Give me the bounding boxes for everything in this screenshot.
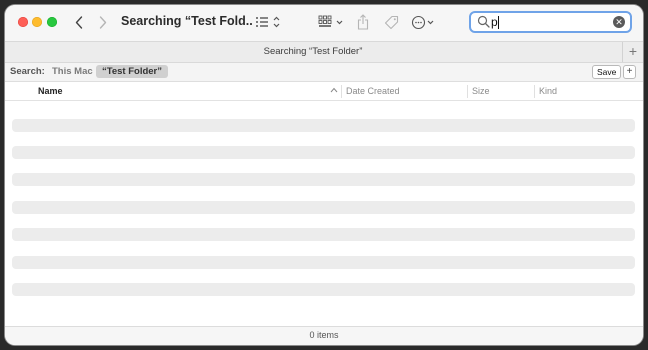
status-bar: 0 items [5, 326, 643, 345]
item-count: 0 items [309, 330, 339, 340]
placeholder-row [12, 228, 635, 241]
minimize-button[interactable] [32, 17, 42, 27]
clear-search-icon[interactable]: ✕ [613, 16, 625, 28]
share-icon [357, 13, 369, 30]
share-button[interactable] [356, 13, 370, 30]
window-title: Searching “Test Fold... [121, 14, 253, 28]
column-size[interactable]: Size [472, 86, 490, 96]
action-button[interactable] [411, 14, 437, 30]
column-kind[interactable]: Kind [539, 86, 557, 96]
tag-icon [384, 15, 398, 29]
new-tab-button[interactable]: + [622, 42, 643, 62]
sort-ascending-icon [330, 87, 338, 93]
save-search-button[interactable]: Save [592, 65, 622, 79]
column-date-created[interactable]: Date Created [346, 86, 400, 96]
scope-this-mac[interactable]: This Mac [52, 66, 93, 77]
search-scope-label: Search: [10, 66, 45, 77]
chevron-left-icon [75, 15, 83, 29]
chevron-right-icon [99, 15, 107, 29]
search-scope-bar: Search: This Mac “Test Folder” Save + [5, 63, 643, 82]
column-header: Name Date Created Size Kind [5, 82, 643, 101]
search-input[interactable] [491, 14, 611, 30]
placeholder-row [12, 146, 635, 159]
text-caret [498, 16, 499, 29]
column-divider[interactable] [341, 85, 342, 98]
tag-button[interactable] [383, 14, 399, 30]
placeholder-row [12, 201, 635, 214]
search-icon [477, 15, 490, 28]
forward-button[interactable] [97, 15, 109, 29]
back-button[interactable] [73, 15, 85, 29]
placeholder-row [12, 256, 635, 269]
group-button[interactable] [318, 15, 346, 29]
placeholder-row [12, 119, 635, 132]
view-options-button[interactable] [255, 15, 283, 29]
column-divider[interactable] [534, 85, 535, 98]
column-name[interactable]: Name [38, 86, 63, 96]
tab-bar: Searching “Test Folder” + [5, 41, 643, 63]
finder-window: Searching “Test Fold... p ✕ Searching “T… [5, 5, 643, 345]
zoom-button[interactable] [47, 17, 57, 27]
placeholder-row [12, 283, 635, 296]
results-list [5, 101, 643, 321]
column-divider[interactable] [467, 85, 468, 98]
add-criteria-button[interactable]: + [623, 65, 636, 79]
tab-search-results[interactable]: Searching “Test Folder” [5, 46, 621, 57]
list-view-icon [256, 16, 280, 28]
scope-test-folder[interactable]: “Test Folder” [96, 65, 168, 78]
grid-group-icon [318, 15, 343, 27]
placeholder-row [12, 173, 635, 186]
close-button[interactable] [18, 17, 28, 27]
ellipsis-circle-icon [411, 15, 434, 29]
search-field[interactable]: ✕ [469, 11, 632, 33]
toolbar: Searching “Test Fold... p ✕ [5, 5, 643, 41]
